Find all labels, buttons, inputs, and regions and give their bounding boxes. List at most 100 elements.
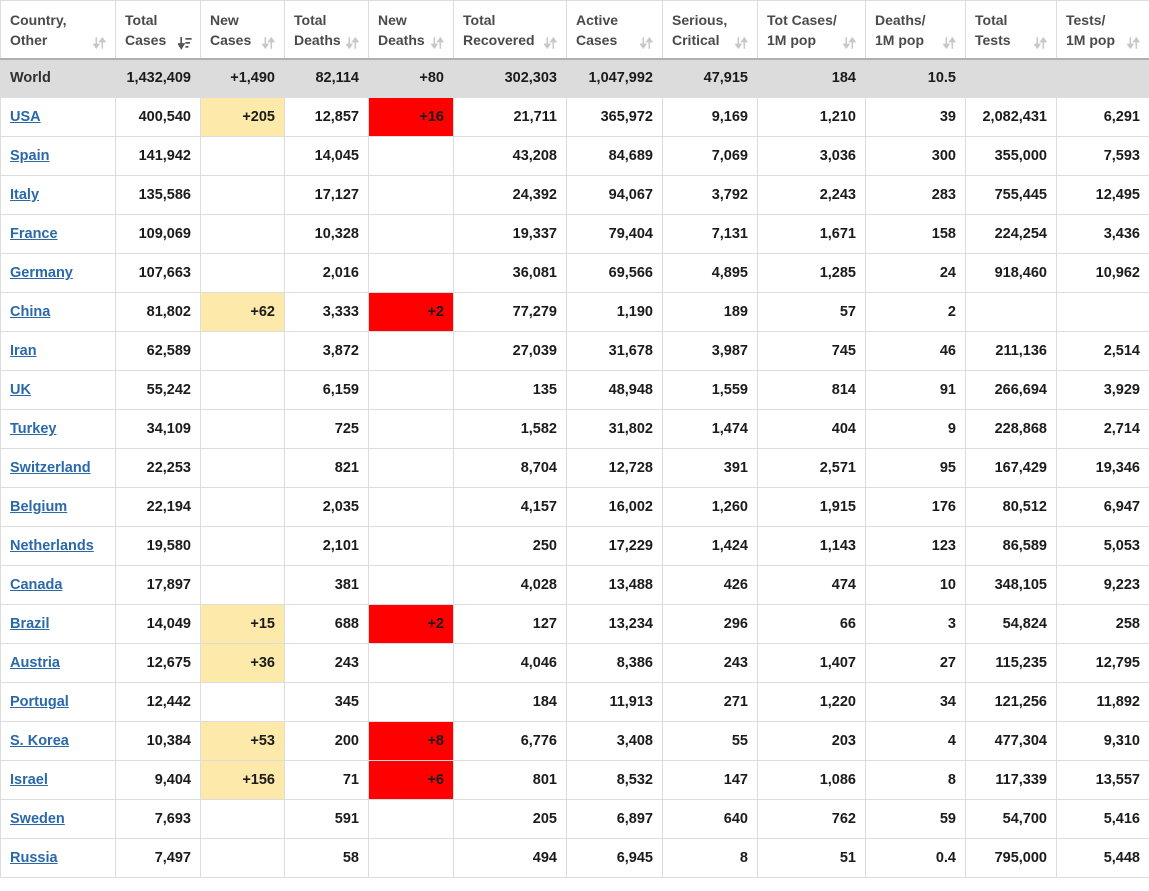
- column-header-active_cases[interactable]: Active Cases: [566, 0, 663, 60]
- cell-value: +205: [242, 109, 275, 126]
- column-header-total_deaths[interactable]: Total Deaths: [284, 0, 369, 60]
- country-link[interactable]: Russia: [10, 850, 58, 866]
- country-link[interactable]: Sweden: [10, 811, 65, 827]
- cell-tests_per_1m: [1056, 58, 1149, 99]
- column-header-country[interactable]: Country, Other: [0, 0, 116, 60]
- cell-country[interactable]: Brazil: [0, 604, 116, 645]
- cell-country[interactable]: Spain: [0, 136, 116, 177]
- cell-value: 1,047,992: [588, 70, 653, 87]
- sort-both-icon[interactable]: [1126, 36, 1141, 50]
- cell-country[interactable]: S. Korea: [0, 721, 116, 762]
- cell-value: 184: [831, 70, 856, 87]
- cell-serious_critical: 640: [662, 799, 758, 840]
- cell-serious_critical: 47,915: [662, 58, 758, 99]
- cell-total_cases: 7,497: [115, 838, 201, 879]
- country-link[interactable]: Israel: [10, 772, 48, 788]
- sort-both-icon[interactable]: [543, 36, 558, 50]
- cell-country[interactable]: Canada: [0, 565, 116, 606]
- cell-country[interactable]: Turkey: [0, 409, 116, 450]
- column-header-wrap: Country, Other: [10, 10, 107, 51]
- sort-both-icon[interactable]: [734, 36, 749, 50]
- column-header-total_tests[interactable]: Total Tests: [965, 0, 1057, 60]
- cell-value: 4,028: [520, 577, 557, 594]
- cell-country[interactable]: Switzerland: [0, 448, 116, 489]
- country-link[interactable]: Belgium: [10, 499, 67, 515]
- sort-both-icon[interactable]: [1033, 36, 1048, 50]
- cell-country[interactable]: Austria: [0, 643, 116, 684]
- cell-serious_critical: 147: [662, 760, 758, 801]
- cell-value: 81,802: [146, 304, 191, 321]
- country-link[interactable]: Canada: [10, 577, 62, 593]
- cell-value: 19,580: [146, 538, 191, 555]
- cell-value: 243: [723, 655, 748, 672]
- cell-country[interactable]: UK: [0, 370, 116, 411]
- sort-both-icon[interactable]: [345, 36, 360, 50]
- cell-tests_per_1m: 2,714: [1056, 409, 1149, 450]
- country-link[interactable]: Germany: [10, 265, 73, 281]
- cell-value: 591: [334, 811, 359, 828]
- cell-value: 6,897: [616, 811, 653, 828]
- column-header-new_deaths[interactable]: New Deaths: [368, 0, 454, 60]
- cell-value: 79,404: [608, 226, 653, 243]
- cell-country[interactable]: Russia: [0, 838, 116, 879]
- country-link[interactable]: Brazil: [10, 616, 50, 632]
- cell-country[interactable]: France: [0, 214, 116, 255]
- cell-country[interactable]: Iran: [0, 331, 116, 372]
- cell-value: 117,339: [995, 772, 1047, 789]
- sort-both-icon[interactable]: [92, 36, 107, 50]
- column-header-total_cases[interactable]: Total Cases: [115, 0, 201, 60]
- cell-country[interactable]: USA: [0, 97, 116, 138]
- cell-value: 5,416: [1103, 811, 1140, 828]
- column-header-total_recovered[interactable]: Total Recovered: [453, 0, 567, 60]
- country-link[interactable]: Italy: [10, 187, 39, 203]
- sort-both-icon[interactable]: [942, 36, 957, 50]
- sort-descending-icon[interactable]: [177, 36, 192, 50]
- cell-deaths_per_1m: 24: [865, 253, 966, 294]
- cell-value: 13,234: [608, 616, 653, 633]
- cell-total_cases: 109,069: [115, 214, 201, 255]
- cell-new_cases: +156: [200, 760, 285, 801]
- country-link[interactable]: UK: [10, 382, 31, 398]
- country-link[interactable]: Spain: [10, 148, 49, 164]
- cell-serious_critical: 4,895: [662, 253, 758, 294]
- sort-both-icon[interactable]: [261, 36, 276, 50]
- cell-country[interactable]: Portugal: [0, 682, 116, 723]
- cell-new_cases: +1,490: [200, 58, 285, 99]
- country-link[interactable]: USA: [10, 109, 41, 125]
- cell-tot_cases_per_1m: 66: [757, 604, 866, 645]
- cell-country[interactable]: China: [0, 292, 116, 333]
- cell-country[interactable]: Germany: [0, 253, 116, 294]
- cell-value: 4,046: [520, 655, 557, 672]
- column-header-label-line1: Tests/: [1066, 12, 1106, 28]
- sort-both-icon[interactable]: [842, 36, 857, 50]
- country-link[interactable]: Austria: [10, 655, 60, 671]
- cell-country[interactable]: Belgium: [0, 487, 116, 528]
- cell-value: 2,035: [322, 499, 359, 516]
- sort-both-icon[interactable]: [639, 36, 654, 50]
- country-link[interactable]: Portugal: [10, 694, 69, 710]
- cell-country[interactable]: Sweden: [0, 799, 116, 840]
- column-header-serious_critical[interactable]: Serious, Critical: [662, 0, 758, 60]
- country-link[interactable]: Iran: [10, 343, 37, 359]
- sort-both-icon[interactable]: [430, 36, 445, 50]
- country-link[interactable]: S. Korea: [10, 733, 69, 749]
- country-link[interactable]: Turkey: [10, 421, 56, 437]
- country-link[interactable]: Switzerland: [10, 460, 91, 476]
- cell-serious_critical: 3,792: [662, 175, 758, 216]
- column-header-deaths_per_1m[interactable]: Deaths/1M pop: [865, 0, 966, 60]
- cell-country[interactable]: Israel: [0, 760, 116, 801]
- column-header-tests_per_1m[interactable]: Tests/1M pop: [1056, 0, 1149, 60]
- cell-country[interactable]: Italy: [0, 175, 116, 216]
- cell-country[interactable]: Netherlands: [0, 526, 116, 567]
- column-header-new_cases[interactable]: New Cases: [200, 0, 285, 60]
- cell-value: 4,157: [520, 499, 557, 516]
- cell-active_cases: 11,913: [566, 682, 663, 723]
- cell-value: 14,045: [314, 148, 359, 165]
- country-link[interactable]: China: [10, 304, 50, 320]
- column-header-tot_cases_per_1m[interactable]: Tot Cases/1M pop: [757, 0, 866, 60]
- cell-total_deaths: 6,159: [284, 370, 369, 411]
- cell-value: 404: [831, 421, 856, 438]
- world-summary-row: World 1,432,409 +1,490 82,114 +80 302,303 1,04…: [0, 58, 1149, 99]
- country-link[interactable]: Netherlands: [10, 538, 94, 554]
- country-link[interactable]: France: [10, 226, 58, 242]
